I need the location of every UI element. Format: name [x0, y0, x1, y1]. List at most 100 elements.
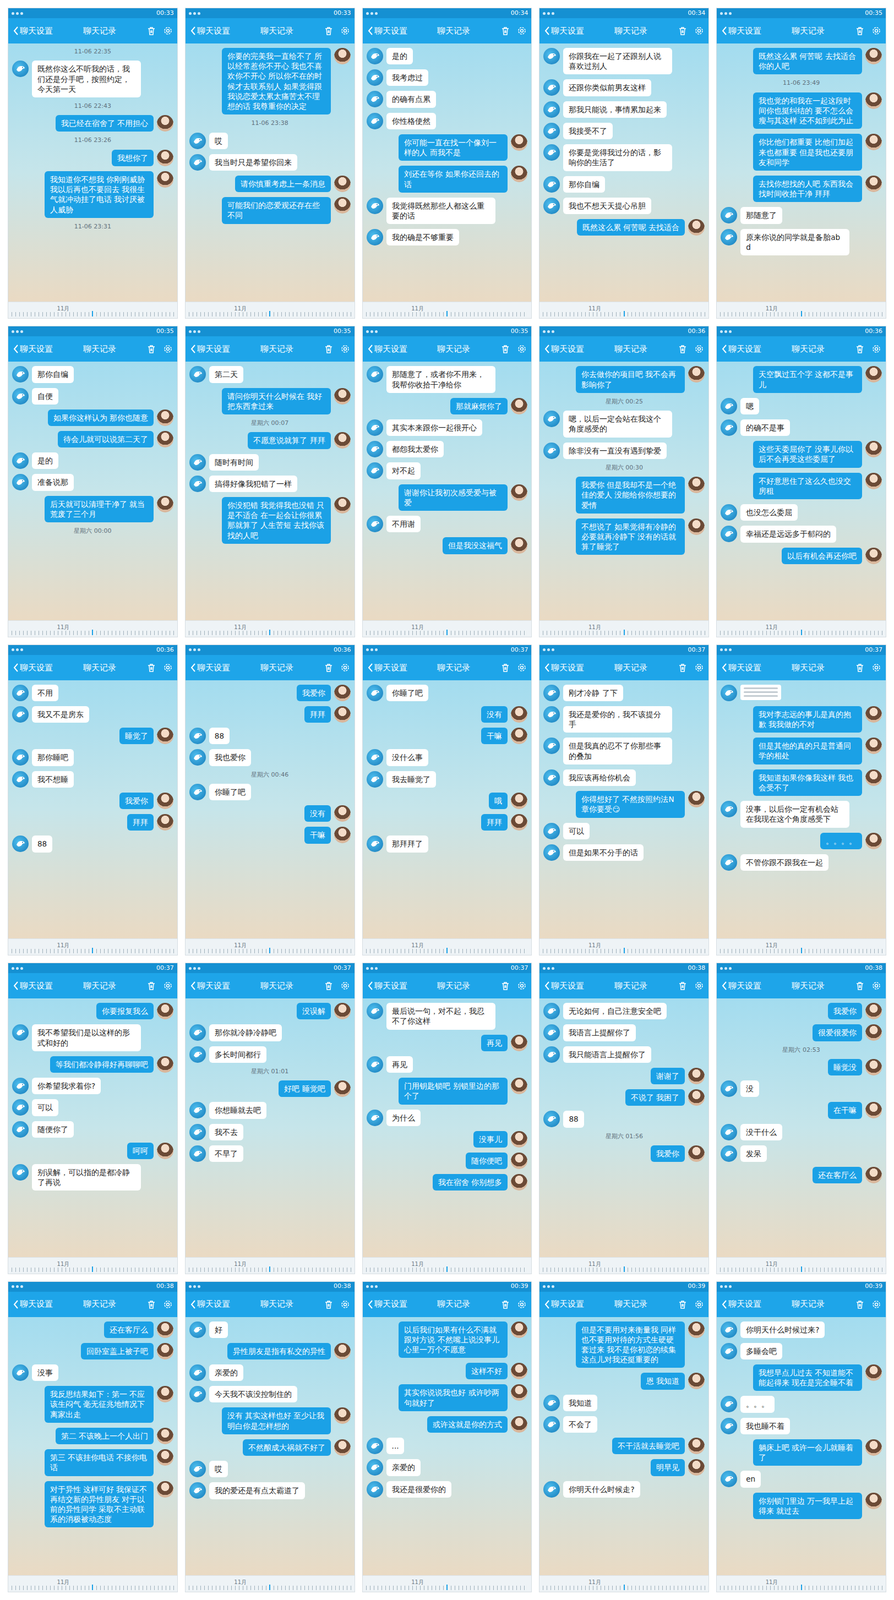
user-avatar[interactable]: [865, 175, 882, 193]
contact-avatar[interactable]: [366, 90, 384, 108]
back-label[interactable]: 聊天设置: [374, 1298, 408, 1311]
back-label[interactable]: 聊天设置: [551, 979, 585, 993]
trash-icon[interactable]: [146, 662, 157, 673]
timeline-scrubber[interactable]: 11月: [716, 1575, 886, 1593]
timeline-marker[interactable]: [800, 629, 803, 636]
timeline-scrubber[interactable]: 11月: [8, 1257, 178, 1274]
back-chevron-icon[interactable]: [189, 662, 197, 673]
back-chevron-icon[interactable]: [721, 1299, 728, 1310]
user-avatar[interactable]: [865, 1059, 882, 1076]
user-avatar[interactable]: [510, 1363, 528, 1380]
user-avatar[interactable]: [865, 1492, 882, 1510]
back-chevron-icon[interactable]: [12, 1299, 20, 1310]
contact-avatar[interactable]: [189, 1024, 206, 1041]
trash-icon[interactable]: [854, 980, 865, 991]
user-avatar[interactable]: [334, 1343, 351, 1360]
timeline-marker[interactable]: [623, 947, 625, 954]
contact-avatar[interactable]: [720, 1321, 738, 1339]
back-button[interactable]: 聊天设置: [367, 24, 408, 38]
timeline-ticks[interactable]: [720, 1585, 883, 1591]
back-chevron-icon[interactable]: [543, 662, 551, 673]
contact-avatar[interactable]: [366, 366, 384, 383]
contact-avatar[interactable]: [12, 1024, 29, 1041]
user-avatar[interactable]: [156, 409, 174, 427]
back-button[interactable]: 聊天设置: [189, 1298, 231, 1311]
contact-avatar[interactable]: [189, 454, 206, 471]
back-chevron-icon[interactable]: [189, 1299, 197, 1310]
contact-avatar[interactable]: [543, 1002, 560, 1020]
contact-avatar[interactable]: [189, 1124, 206, 1141]
user-avatar[interactable]: [510, 1152, 528, 1170]
contact-avatar[interactable]: [543, 1046, 560, 1064]
back-chevron-icon[interactable]: [721, 25, 728, 36]
back-label[interactable]: 聊天设置: [728, 24, 762, 38]
contact-avatar[interactable]: [543, 410, 560, 428]
contact-avatar[interactable]: [12, 771, 29, 788]
timeline-marker[interactable]: [91, 1584, 94, 1591]
gear-icon[interactable]: [694, 980, 705, 991]
contact-avatar[interactable]: [720, 1080, 738, 1098]
user-avatar[interactable]: [510, 484, 528, 501]
user-avatar[interactable]: [156, 792, 174, 810]
gear-icon[interactable]: [516, 980, 527, 991]
timeline-scrubber[interactable]: 11月: [362, 938, 532, 956]
contact-avatar[interactable]: [720, 1418, 738, 1435]
timeline-marker[interactable]: [446, 629, 448, 636]
user-avatar[interactable]: [688, 518, 705, 536]
gear-icon[interactable]: [871, 344, 882, 354]
back-label[interactable]: 聊天设置: [197, 1298, 231, 1311]
contact-avatar[interactable]: [12, 366, 29, 383]
trash-icon[interactable]: [500, 1299, 511, 1310]
contact-avatar[interactable]: [720, 1343, 738, 1360]
user-avatar[interactable]: [865, 366, 882, 383]
contact-avatar[interactable]: [543, 844, 560, 861]
back-label[interactable]: 聊天设置: [19, 1298, 53, 1311]
user-avatar[interactable]: [865, 1167, 882, 1184]
back-chevron-icon[interactable]: [367, 1299, 374, 1310]
user-avatar[interactable]: [156, 495, 174, 513]
user-avatar[interactable]: [865, 1024, 882, 1041]
user-avatar[interactable]: [334, 47, 351, 65]
contact-avatar[interactable]: [366, 515, 384, 533]
timeline-ticks[interactable]: [542, 630, 706, 636]
contact-avatar[interactable]: [189, 727, 206, 745]
back-label[interactable]: 聊天设置: [19, 661, 53, 675]
back-button[interactable]: 聊天设置: [12, 979, 53, 993]
back-label[interactable]: 聊天设置: [551, 24, 585, 38]
timeline-ticks[interactable]: [11, 1267, 174, 1273]
back-button[interactable]: 聊天设置: [721, 24, 762, 38]
trash-icon[interactable]: [677, 662, 688, 673]
trash-icon[interactable]: [146, 1299, 157, 1310]
timeline-marker[interactable]: [623, 1266, 625, 1273]
contact-avatar[interactable]: [12, 684, 29, 702]
contact-avatar[interactable]: [12, 452, 29, 470]
contact-avatar[interactable]: [12, 749, 29, 766]
contact-avatar[interactable]: [720, 1145, 738, 1163]
contact-avatar[interactable]: [720, 1124, 738, 1141]
timeline-scrubber[interactable]: 11月: [716, 620, 886, 637]
timeline-ticks[interactable]: [11, 1585, 174, 1591]
user-avatar[interactable]: [688, 366, 705, 383]
user-avatar[interactable]: [865, 1002, 882, 1020]
trash-icon[interactable]: [323, 25, 334, 36]
user-avatar[interactable]: [334, 684, 351, 702]
contact-avatar[interactable]: [720, 525, 738, 543]
user-avatar[interactable]: [688, 1459, 705, 1476]
back-button[interactable]: 聊天设置: [12, 342, 53, 356]
back-label[interactable]: 聊天设置: [551, 1298, 585, 1311]
back-button[interactable]: 聊天设置: [189, 24, 231, 38]
contact-avatar[interactable]: [12, 1121, 29, 1138]
user-avatar[interactable]: [156, 1481, 174, 1498]
timeline-scrubber[interactable]: 11月: [185, 938, 355, 956]
trash-icon[interactable]: [323, 344, 334, 354]
timeline-marker[interactable]: [269, 311, 271, 317]
back-label[interactable]: 聊天设置: [197, 24, 231, 38]
user-avatar[interactable]: [334, 805, 351, 822]
user-avatar[interactable]: [334, 1002, 351, 1020]
contact-avatar[interactable]: [366, 1002, 384, 1020]
timeline-scrubber[interactable]: 11月: [716, 1257, 886, 1274]
timeline-ticks[interactable]: [720, 312, 883, 317]
back-button[interactable]: 聊天设置: [189, 661, 231, 675]
contact-avatar[interactable]: [12, 835, 29, 853]
trash-icon[interactable]: [854, 25, 865, 36]
